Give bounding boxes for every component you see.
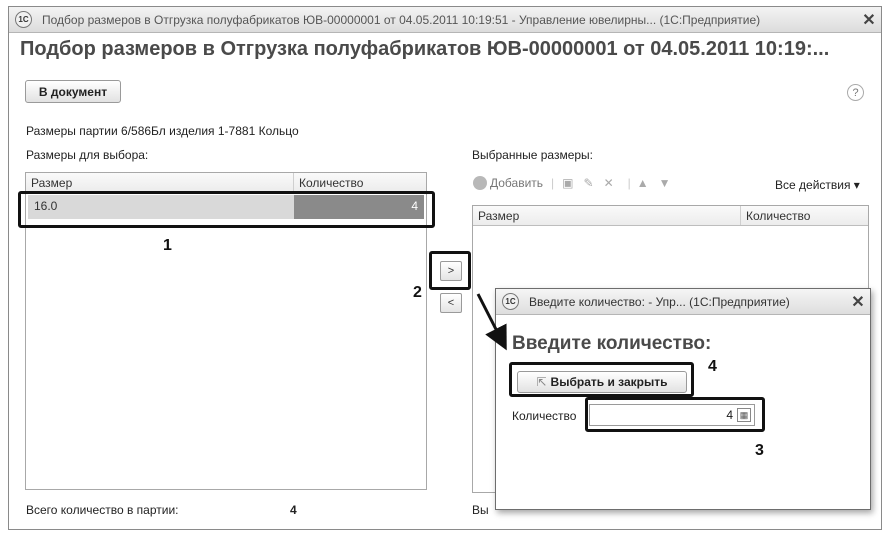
- move-down-icon[interactable]: ▼: [659, 176, 671, 190]
- move-left-button[interactable]: <: [440, 293, 462, 313]
- annotation-frame-1: [18, 191, 435, 228]
- column-header-size[interactable]: Размер: [473, 206, 741, 225]
- right-toolbar: Добавить | ▣ ✎ ✕ | ▲ ▼: [473, 176, 671, 190]
- column-header-quantity[interactable]: Количество: [294, 173, 426, 192]
- dialog-title: Введите количество: - Упр... (1С:Предпри…: [529, 294, 790, 309]
- annotation-number-4: 4: [708, 358, 717, 375]
- column-header-size[interactable]: Размер: [26, 173, 294, 192]
- annotation-frame-2: [429, 251, 471, 290]
- total-label: Всего количество в партии:: [26, 503, 179, 517]
- close-icon[interactable]: ✕: [857, 10, 881, 30]
- annotation-frame-3: [585, 397, 765, 432]
- add-icon: [473, 176, 487, 190]
- copy-icon[interactable]: ▣: [562, 176, 573, 190]
- all-actions-menu[interactable]: Все действия ▾: [775, 178, 860, 192]
- annotation-number-2: 2: [413, 284, 422, 301]
- total-value: 4: [290, 503, 297, 517]
- column-header-quantity[interactable]: Количество: [741, 206, 868, 225]
- app-logo-icon: 1С: [502, 293, 519, 310]
- help-icon[interactable]: ?: [847, 84, 864, 101]
- quantity-label: Количество: [512, 409, 577, 423]
- add-button[interactable]: Добавить: [490, 176, 543, 190]
- window-title: Подбор размеров в Отгрузка полуфабрикато…: [42, 12, 761, 27]
- dialog-heading: Введите количество:: [512, 333, 712, 354]
- page-title: Подбор размеров в Отгрузка полуфабрикато…: [20, 38, 830, 60]
- right-panel-title: Выбранные размеры:: [472, 148, 594, 162]
- move-up-icon[interactable]: ▲: [637, 176, 649, 190]
- edit-icon[interactable]: ✎: [584, 176, 594, 190]
- annotation-number-3: 3: [755, 442, 764, 459]
- table-header: Размер Количество: [26, 173, 426, 193]
- selected-total-label: Вы: [472, 503, 489, 517]
- title-bar: 1С Подбор размеров в Отгрузка полуфабрик…: [9, 7, 881, 33]
- to-document-button[interactable]: В документ: [25, 80, 121, 103]
- left-panel-title: Размеры для выбора:: [26, 148, 149, 162]
- table-header: Размер Количество: [473, 206, 868, 226]
- batch-info: Размеры партии 6/586Бл изделия 1-7881 Ко…: [26, 124, 299, 138]
- dialog-title-bar: 1С Введите количество: - Упр... (1С:Пред…: [496, 289, 870, 315]
- app-logo-icon: 1С: [15, 11, 32, 28]
- close-icon[interactable]: ✕: [846, 292, 870, 312]
- delete-icon[interactable]: ✕: [604, 176, 614, 190]
- annotation-number-1: 1: [163, 237, 172, 254]
- annotation-frame-4: [509, 362, 694, 397]
